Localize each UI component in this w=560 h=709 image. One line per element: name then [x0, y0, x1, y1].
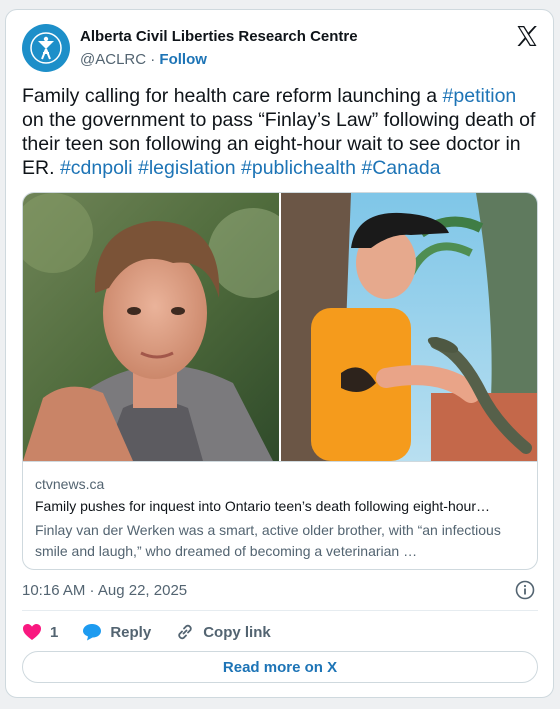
tweet-embed-card: Alberta Civil Liberties Research Centre …	[5, 9, 554, 698]
x-logo-icon[interactable]	[515, 24, 539, 48]
reply-label: Reply	[110, 623, 152, 641]
heart-icon	[23, 624, 41, 640]
like-button[interactable]: 1	[22, 623, 58, 641]
link-icon	[178, 624, 192, 640]
follow-button[interactable]: Follow	[159, 51, 207, 68]
action-divider	[22, 610, 538, 611]
link-title[interactable]: Family pushes for inquest into Ontario t…	[35, 498, 525, 514]
tweet-text: Family calling for health care reform la…	[22, 84, 542, 180]
info-icon[interactable]	[515, 580, 535, 600]
author-avatar[interactable]	[22, 24, 70, 72]
reply-bubble-icon	[83, 624, 102, 641]
tweet-timestamp[interactable]: 10:16 AM · Aug 22, 2025	[22, 582, 187, 599]
author-name[interactable]: Alberta Civil Liberties Research Centre	[80, 28, 358, 45]
reply-button[interactable]: Reply	[82, 623, 151, 641]
photo-boy-with-alligator	[281, 193, 537, 461]
author-handle-row: @ACLRC · Follow	[80, 51, 207, 68]
handle-separator: ·	[150, 51, 156, 68]
aclrc-logo-icon	[30, 32, 62, 64]
photo-teen-portrait	[23, 193, 279, 461]
hashtag-cdnpoli[interactable]: #cdnpoli	[60, 157, 133, 179]
hashtag-petition[interactable]: #petition	[443, 85, 517, 107]
link-preview-meta: ctvnews.ca Family pushes for inquest int…	[23, 461, 537, 569]
link-description: Finlay van der Werken was a smart, activ…	[35, 522, 501, 559]
like-count: 1	[50, 623, 59, 641]
read-more-on-x-button[interactable]: Read more on X	[22, 651, 538, 683]
hashtag-publichealth[interactable]: #publichealth	[241, 157, 356, 179]
link-domain: ctvnews.ca	[35, 476, 105, 492]
action-bar: 1 Reply Copy link	[22, 620, 271, 644]
copy-link-label: Copy link	[203, 623, 271, 641]
author-handle[interactable]: @ACLRC	[80, 51, 146, 68]
link-preview-card[interactable]: ctvnews.ca Family pushes for inquest int…	[22, 192, 538, 570]
hashtag-canada[interactable]: #Canada	[361, 157, 440, 179]
hashtag-legislation[interactable]: #legislation	[138, 157, 236, 179]
copy-link-button[interactable]: Copy link	[175, 622, 271, 642]
tweet-text-part: Family calling for health care reform la…	[22, 85, 443, 107]
